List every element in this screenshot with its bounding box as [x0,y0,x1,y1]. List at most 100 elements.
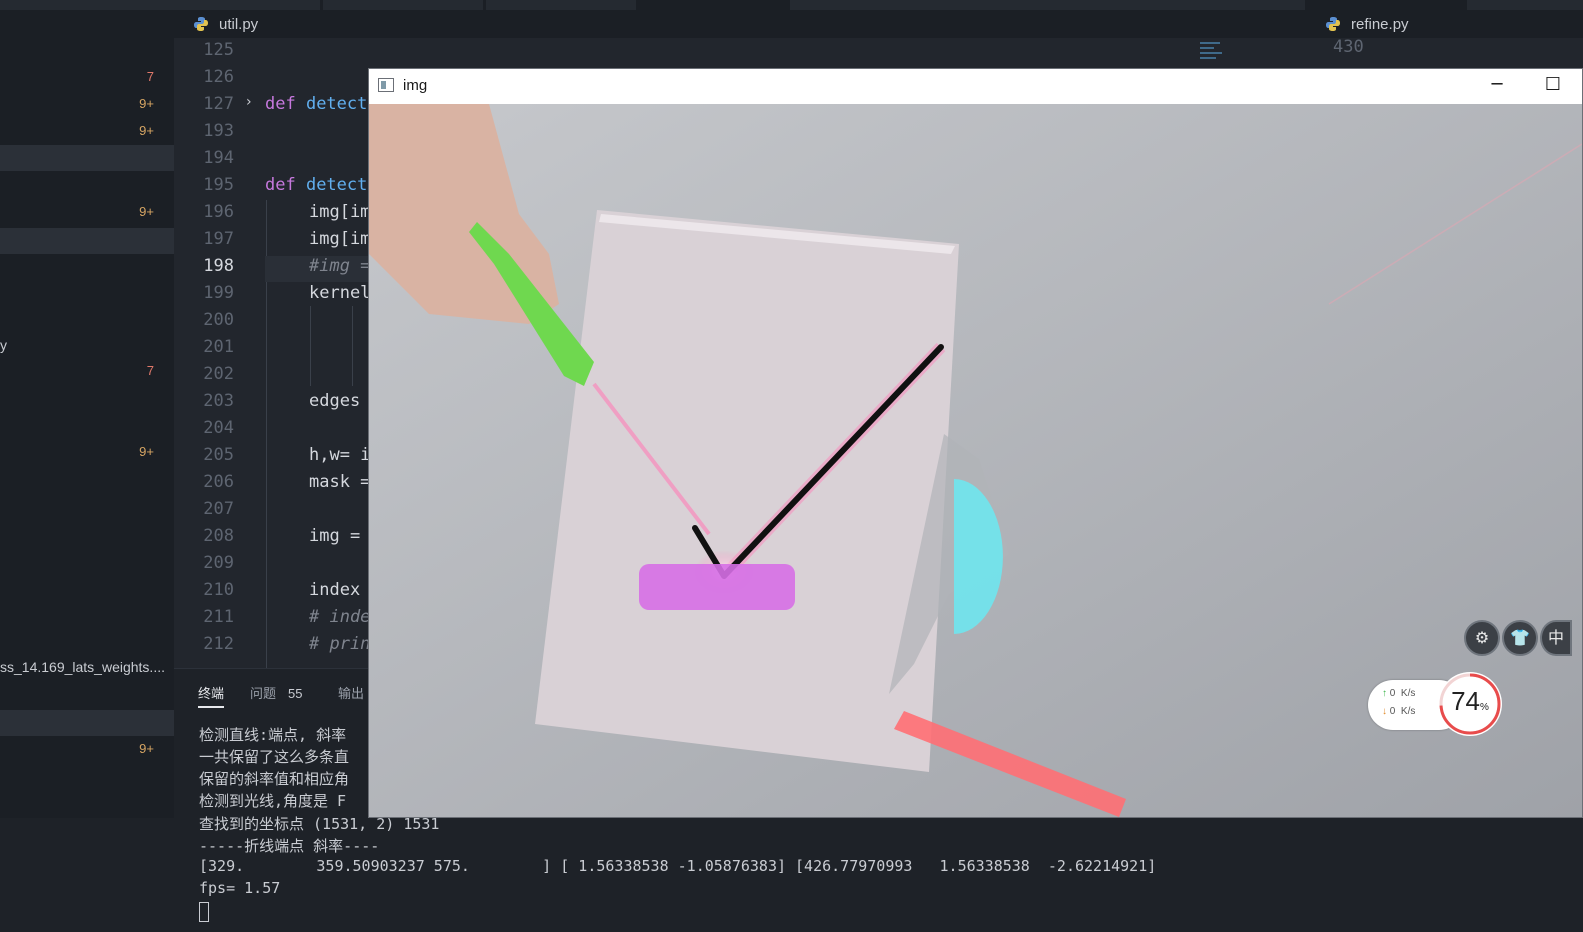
download-speed: ↓ 0 K/s [1382,706,1415,717]
maximize-button[interactable]: ☐ [1541,73,1565,97]
tab-problems-label: 问题 [250,686,277,701]
warning-count-badge: 9+ [139,741,154,756]
upload-speed: ↑ 0 K/s [1382,688,1415,699]
terminal-line: fps= 1.57 [199,879,281,897]
code-line: img = [309,526,371,546]
upload-value: 0 [1389,688,1396,699]
line-number: 126 [203,67,234,87]
sidebar-item-highlighted[interactable] [0,710,174,736]
tab-label: refine.py [1351,15,1409,33]
code-keyword: def [265,94,296,114]
line-number: 201 [203,337,234,357]
window-title-bar[interactable]: img ─ ☐ [369,69,1582,104]
gear-icon[interactable]: ⚙ [1464,620,1500,656]
error-count-badge: 7 [146,69,154,84]
right-pane-line-number: 430 [1333,37,1364,57]
terminal-line: 检测直线:端点, 斜率 [199,726,347,744]
tab-refine-py[interactable]: refine.py [1325,10,1409,38]
code-line: edges [309,391,361,411]
line-number: 208 [203,526,234,546]
terminal-cursor [199,902,209,922]
warning-count-badge: 9+ [139,123,154,138]
sidebar-item[interactable]: 9+ [0,439,174,465]
code-function-name: detect [295,175,368,195]
sidebar-item[interactable]: 9+ [0,199,174,225]
sidebar-item[interactable]: 7 [0,64,174,90]
gauge-percent: 74 [1451,686,1480,716]
code-line: h,w= i [309,445,371,465]
line-number: 206 [203,472,234,492]
error-count-badge: 7 [146,363,154,378]
memory-usage-gauge[interactable]: 74% [1438,672,1502,736]
tab-label: util.py [219,15,259,33]
code-comment: # prin [309,634,371,654]
chinese-input-icon[interactable]: 中 [1540,620,1572,656]
tab-util-py[interactable]: util.py [193,10,258,38]
line-number: 212 [203,634,234,654]
indent-guide [310,306,311,386]
shirt-icon[interactable]: 👕 [1502,620,1538,656]
tab-output[interactable]: 输出 [338,683,364,702]
gauge-value: 74% [1438,686,1502,717]
terminal-line: -----折线端点 斜率---- [199,837,380,855]
paper-sheet [535,210,959,772]
tab-problems[interactable]: 问题 55 [250,683,302,702]
fold-chevron-icon[interactable]: › [246,94,252,110]
line-number: 205 [203,445,234,465]
line-number: 210 [203,580,234,600]
sidebar-item[interactable]: 9+ [0,118,174,144]
gauge-percent-sign: % [1480,702,1489,713]
line-number: 211 [203,607,234,627]
line-number: 199 [203,283,234,303]
sidebar-item-selected[interactable] [0,145,174,171]
download-unit: K/s [1400,706,1416,717]
sidebar-item-highlighted[interactable] [0,228,174,254]
editor-tab-bar: util.py refine.py [0,0,1583,38]
terminal-line: 一共保留了这么多条直 [199,748,350,766]
warning-count-badge: 9+ [139,204,154,219]
warning-count-badge: 9+ [139,96,154,111]
python-file-icon [194,17,208,31]
tab-strip-segment [790,0,1305,10]
line-number: 202 [203,364,234,384]
minimize-button[interactable]: ─ [1485,73,1509,97]
code-line: def detect [265,175,367,195]
indent-guide [352,306,353,386]
upload-unit: K/s [1400,688,1416,699]
mirror-holder-detection [639,564,795,610]
code-line: mask = [309,472,371,492]
sidebar-item[interactable]: 9+ [0,736,174,762]
problems-count-badge: 55 [288,686,303,701]
warning-count-badge: 9+ [139,444,154,459]
sidebar-item-label: y [0,337,7,353]
minimap[interactable] [1200,40,1228,66]
python-file-icon [1326,17,1340,31]
terminal-line: 保留的斜率值和相应角 [199,770,350,788]
tab-terminal[interactable]: 终端 [198,683,225,708]
download-value: 0 [1389,706,1396,717]
line-number: 203 [203,391,234,411]
line-number: 197 [203,229,234,249]
line-number: 127 [203,94,234,114]
sidebar-item[interactable]: y [0,334,174,360]
code-line: img[im [309,229,371,249]
window-app-icon [378,78,394,92]
code-line: def detect [265,94,367,114]
line-number: 200 [203,310,234,330]
sidebar-item[interactable]: ss_14.169_lats_weights.... [0,656,174,682]
tab-strip-segment [1467,0,1583,10]
tab-strip-segment [0,0,320,10]
code-line: index [309,580,361,600]
line-number: 193 [203,121,234,141]
download-arrow-icon: ↓ [1382,706,1387,717]
line-number: 125 [203,40,234,60]
sidebar-item[interactable]: 7 [0,358,174,384]
line-number: 196 [203,202,234,222]
code-line: kernel [309,283,371,303]
tab-strip-segment [323,0,483,10]
code-comment: #img = [309,256,371,276]
sidebar-item[interactable]: 9+ [0,91,174,117]
code-comment: # inde [309,607,371,627]
terminal-line: 检测到光线,角度是 F [199,792,347,810]
tab-strip-segment [486,0,636,10]
